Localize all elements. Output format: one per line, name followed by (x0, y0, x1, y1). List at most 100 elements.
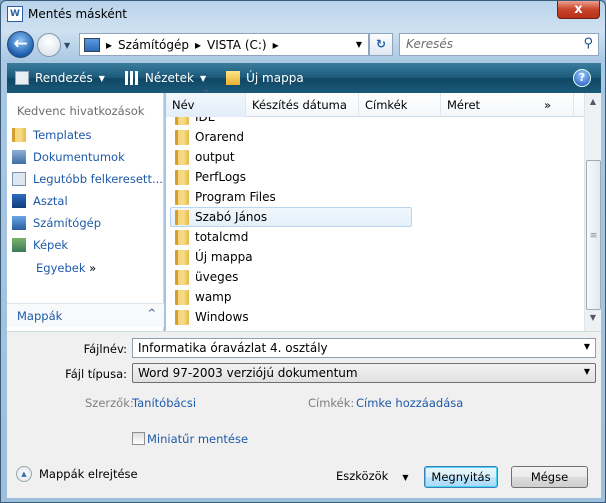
organize-button[interactable]: Rendezés ▼ (15, 71, 105, 85)
list-item-label: Windows (195, 310, 249, 324)
scroll-up-icon[interactable]: ▲ (585, 97, 601, 113)
column-header: ^ Név Készítés dátuma Címkék Méret » (166, 89, 584, 117)
list-item[interactable]: Windows (170, 307, 412, 327)
list-item[interactable]: IDE (170, 117, 412, 127)
more-label: Egyebek (36, 261, 86, 275)
tools-button[interactable]: Eszközök ▼ (336, 469, 408, 483)
list-item-label: IDE (195, 117, 216, 124)
column-date[interactable]: Készítés dátuma (246, 93, 359, 117)
sidebar-item-label: Számítógép (33, 216, 102, 230)
list-item[interactable]: totalcmd (170, 227, 412, 247)
pictures-icon (12, 238, 26, 252)
column-tags[interactable]: Címkék (359, 93, 441, 117)
sidebar-item-recent[interactable]: Legutóbb felkeresett... (12, 172, 163, 186)
folder-icon (12, 128, 26, 142)
back-button[interactable]: ← (7, 31, 34, 58)
chevron-double-right-icon: » (89, 261, 97, 275)
list-item-label: wamp (195, 290, 232, 304)
file-list: ^ Név Készítés dátuma Címkék Méret » IDE O… (166, 89, 601, 331)
list-item-label: Orarend (195, 130, 245, 144)
sidebar-item-pictures[interactable]: Képek (12, 238, 68, 252)
search-placeholder: Keresés (406, 37, 454, 51)
breadcrumb-drive[interactable]: VISTA (C:) (207, 38, 267, 52)
window-title: Mentés másként (28, 7, 128, 21)
chevron-down-icon: ▼ (402, 473, 409, 482)
list-item-label: PerfLogs (195, 170, 247, 184)
list-item[interactable]: Új mappa (170, 247, 412, 267)
sidebar-item-label: Dokumentumok (33, 150, 125, 164)
thumbnail-label[interactable]: Miniatűr mentése (147, 432, 248, 446)
list-item-label: Program Files (195, 190, 276, 204)
more-columns-icon[interactable]: » (544, 93, 554, 117)
list-item[interactable]: üveges (170, 267, 412, 287)
scroll-thumb[interactable]: ≡ (586, 160, 601, 310)
list-item[interactable]: Program Files (170, 187, 412, 207)
folder-icon (175, 229, 189, 245)
thumbnail-checkbox[interactable] (132, 432, 145, 445)
chevron-right-icon[interactable]: ▸ (106, 38, 112, 52)
address-dropdown-icon[interactable]: ▼ (356, 40, 362, 49)
folders-toggle[interactable]: Mappák ^ (7, 303, 164, 327)
folder-icon (175, 269, 189, 285)
word-app-icon: W (7, 6, 23, 22)
filetype-value: Word 97-2003 verziójú dokumentum (138, 366, 358, 380)
filetype-label: Fájl típusa: (65, 367, 127, 381)
organize-icon (15, 71, 29, 85)
cancel-button[interactable]: Mégse (511, 466, 588, 488)
sidebar-item-desktop[interactable]: Asztal (12, 194, 68, 208)
history-dropdown-icon[interactable]: ▼ (64, 41, 70, 50)
list-item[interactable]: output (170, 147, 412, 167)
folder-icon (175, 189, 189, 205)
column-size[interactable]: Méret (441, 93, 574, 117)
filename-input[interactable]: Informatika óravázlat 4. osztály ▼ (132, 338, 596, 358)
address-bar[interactable]: ▸ Számítógép ▸ VISTA (C:) ▸ ▼ (79, 33, 369, 56)
column-name[interactable]: ^ Név (166, 89, 246, 117)
save-options: Fájlnév: Informatika óravázlat 4. osztál… (7, 331, 601, 498)
sidebar-item-documents[interactable]: Dokumentumok (12, 150, 125, 164)
list-item-label: output (195, 150, 235, 164)
list-item-label: Szabó János (195, 210, 268, 224)
close-button[interactable]: x (557, 1, 600, 19)
list-item[interactable]: PerfLogs (170, 167, 412, 187)
navigation-pane: Kedvenc hivatkozások Templates Dokumentu… (7, 93, 164, 331)
hide-folders-button[interactable]: ▲ Mappák elrejtése (16, 466, 138, 482)
forward-button[interactable] (37, 33, 61, 57)
folder-icon (175, 209, 189, 225)
file-rows: IDE Orarend output PerfLogs Program Files Sza… (166, 117, 584, 331)
chevron-right-icon[interactable]: ▸ (195, 38, 201, 52)
search-input[interactable]: Keresés ⚲ (399, 33, 599, 56)
sort-ascending-icon: ^ (202, 89, 210, 99)
hide-folders-label: Mappák elrejtése (39, 467, 138, 481)
list-item-label: üveges (195, 270, 239, 284)
filetype-select[interactable]: Word 97-2003 verziójú dokumentum ▼ (132, 363, 596, 383)
save-as-dialog: W Mentés másként x ← ▼ ▸ Számítógép ▸ VI… (0, 0, 606, 503)
folder-icon (175, 309, 189, 325)
breadcrumb-computer[interactable]: Számítógép (118, 38, 189, 52)
sidebar-item-computer[interactable]: Számítógép (12, 216, 101, 230)
list-item[interactable]: Orarend (170, 127, 412, 147)
search-icon[interactable]: ⚲ (583, 36, 593, 51)
folder-icon (175, 289, 189, 305)
new-folder-icon (226, 71, 241, 85)
vertical-scrollbar[interactable]: ▲ ≡ ▼ (584, 93, 601, 331)
help-button[interactable]: ? (573, 69, 591, 87)
sidebar-item-templates[interactable]: Templates (12, 128, 91, 142)
list-item[interactable]: Szabó János (170, 207, 412, 227)
scroll-down-icon[interactable]: ▼ (585, 313, 601, 329)
more-links[interactable]: Egyebek » (36, 261, 96, 275)
views-button[interactable]: Nézetek ▼ (124, 71, 206, 85)
desktop-icon (12, 194, 26, 208)
list-item-label: totalcmd (195, 230, 249, 244)
folder-icon (175, 149, 189, 165)
list-item-label: Új mappa (195, 250, 253, 264)
new-folder-button[interactable]: Új mappa (226, 71, 304, 85)
folder-icon (175, 129, 189, 145)
authors-value[interactable]: Tanítóbácsi (132, 396, 196, 410)
refresh-button[interactable]: ↻ (369, 33, 393, 56)
open-button[interactable]: Megnyitás (424, 466, 498, 488)
chevron-up-icon: ^ (147, 308, 156, 319)
list-item[interactable]: wamp (170, 287, 412, 307)
chevron-down-icon[interactable]: ▼ (584, 342, 590, 351)
add-tag-link[interactable]: Címke hozzáadása (356, 396, 463, 410)
chevron-right-icon[interactable]: ▸ (273, 38, 279, 52)
